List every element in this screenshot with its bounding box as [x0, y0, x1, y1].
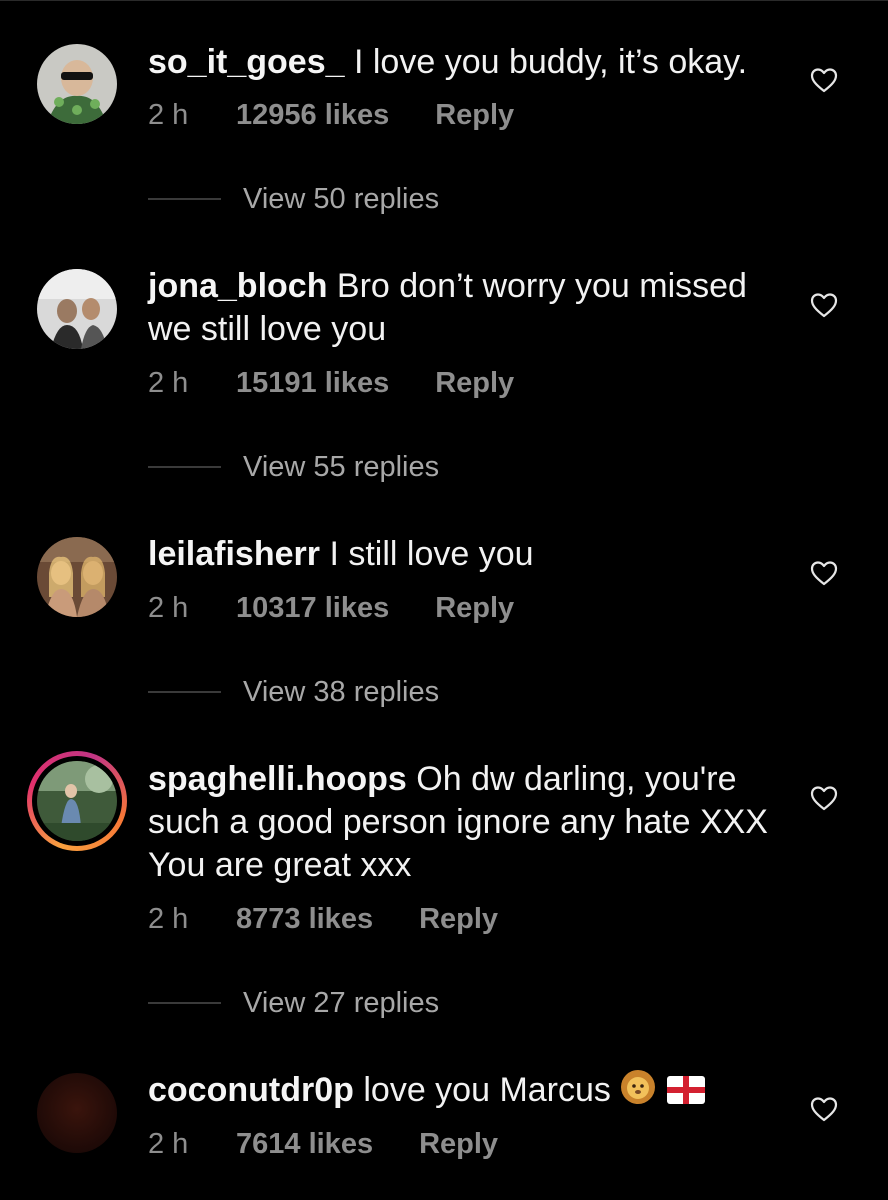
comment-username[interactable]: leilafisherr	[148, 535, 320, 573]
comment-likes[interactable]: 15191 likes	[236, 367, 389, 400]
avatar[interactable]	[37, 537, 117, 617]
heart-outline-icon[interactable]	[810, 785, 838, 811]
view-replies-label: View 38 replies	[243, 675, 440, 708]
comment-time: 2 h	[148, 367, 189, 399]
replies-divider	[148, 691, 221, 693]
view-replies-button[interactable]: View 27 replies	[148, 983, 439, 1023]
comment-likes[interactable]: 12956 likes	[236, 99, 389, 132]
comment-text-block: coconutdr0p love you Marcus	[148, 1069, 788, 1116]
comment-text: love you Marcus	[363, 1071, 611, 1109]
comment-likes[interactable]: 7614 likes	[236, 1128, 373, 1161]
comment-username[interactable]: jona_bloch	[148, 267, 327, 305]
comment-likes[interactable]: 8773 likes	[236, 903, 373, 936]
comment-meta: 2 h 7614 likes Reply	[148, 1128, 498, 1161]
view-replies-button[interactable]: View 55 replies	[148, 447, 439, 487]
heart-outline-icon[interactable]	[810, 560, 838, 586]
comment-time: 2 h	[148, 592, 189, 624]
heart-outline-icon[interactable]	[810, 292, 838, 318]
reply-button[interactable]: Reply	[435, 367, 514, 400]
avatar[interactable]	[37, 269, 117, 349]
comment-text: I love you buddy, it’s okay.	[353, 43, 748, 81]
avatar[interactable]	[37, 1073, 117, 1153]
reply-button[interactable]: Reply	[419, 1128, 498, 1161]
replies-divider	[148, 1002, 221, 1004]
reply-button[interactable]: Reply	[435, 99, 514, 132]
avatar-ring-gap	[32, 756, 122, 846]
reply-button[interactable]: Reply	[419, 903, 498, 936]
reply-button[interactable]: Reply	[435, 592, 514, 625]
comment-username[interactable]: spaghelli.hoops	[148, 760, 407, 798]
replies-divider	[148, 198, 221, 200]
top-divider	[0, 0, 888, 1]
avatar[interactable]	[37, 44, 117, 124]
comment-meta: 2 h 8773 likes Reply	[148, 903, 498, 936]
heart-outline-icon[interactable]	[810, 67, 838, 93]
view-replies-label: View 27 replies	[243, 986, 440, 1019]
view-replies-label: View 55 replies	[243, 450, 440, 483]
comment-time: 2 h	[148, 903, 189, 935]
lion-emoji-icon	[620, 1069, 656, 1116]
comment-meta: 2 h 10317 likes Reply	[148, 592, 514, 625]
comment-time: 2 h	[148, 99, 189, 131]
avatar	[37, 761, 117, 841]
comment-meta: 2 h 12956 likes Reply	[148, 99, 514, 132]
view-replies-button[interactable]: View 38 replies	[148, 672, 439, 712]
comment-text-block: so_it_goes_ I love you buddy, it’s okay.	[148, 41, 788, 84]
comment-text-block: spaghelli.hoops Oh dw darling, you're su…	[148, 758, 788, 887]
replies-divider	[148, 466, 221, 468]
comment-username[interactable]: coconutdr0p	[148, 1071, 354, 1109]
view-replies-button[interactable]: View 50 replies	[148, 179, 439, 219]
comment-text-block: leilafisherr I still love you	[148, 533, 788, 576]
view-replies-label: View 50 replies	[243, 182, 440, 215]
avatar-story-ring[interactable]	[27, 751, 127, 851]
comment-meta: 2 h 15191 likes Reply	[148, 367, 514, 400]
england-flag-emoji-icon	[666, 1073, 706, 1116]
comment-username[interactable]: so_it_goes_	[148, 43, 345, 81]
comment-text-block: jona_bloch Bro don’t worry you missed we…	[148, 265, 788, 351]
comment-text: I still love you	[329, 535, 534, 573]
comment-likes[interactable]: 10317 likes	[236, 592, 389, 625]
heart-outline-icon[interactable]	[810, 1096, 838, 1122]
comment-time: 2 h	[148, 1128, 189, 1160]
